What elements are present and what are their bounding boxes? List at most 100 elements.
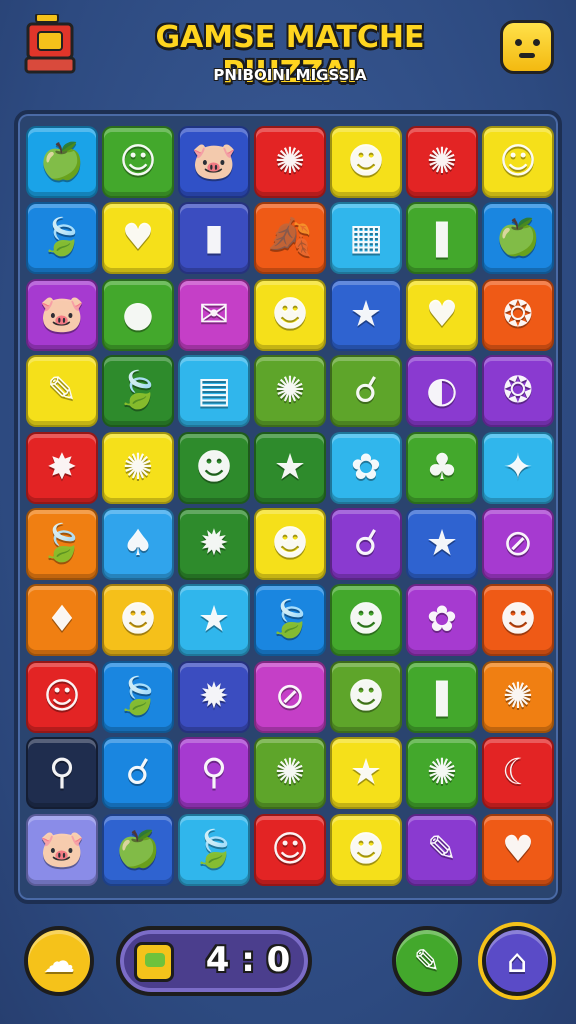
- game-tile[interactable]: ☻: [330, 126, 402, 198]
- game-tile[interactable]: ◐: [406, 355, 478, 428]
- tile-symbol-icon: 🐷: [39, 293, 85, 335]
- game-tile[interactable]: ★: [254, 431, 326, 504]
- tile-symbol-icon: ♦: [45, 599, 79, 641]
- game-tile[interactable]: ☺: [254, 813, 326, 886]
- game-tile[interactable]: 🍏: [26, 126, 98, 198]
- game-tile[interactable]: ▤: [178, 355, 250, 428]
- game-tile[interactable]: ✿: [330, 431, 402, 504]
- game-tile[interactable]: 🍃: [102, 355, 174, 428]
- game-tile[interactable]: ☺: [26, 660, 98, 733]
- game-tile[interactable]: ☻: [330, 813, 402, 886]
- game-tile[interactable]: ☻: [254, 508, 326, 580]
- game-tile[interactable]: ☾: [482, 737, 554, 810]
- tile-symbol-icon: ✺: [426, 752, 458, 794]
- tile-symbol-icon: ✉: [198, 293, 230, 335]
- game-tile[interactable]: ☌: [330, 355, 402, 428]
- game-tile[interactable]: ⚲: [26, 737, 98, 810]
- tile-symbol-icon: ✹: [198, 675, 230, 717]
- game-tile[interactable]: ✺: [254, 355, 326, 428]
- shop-chest-icon[interactable]: [24, 13, 78, 76]
- tile-symbol-icon: 🍃: [39, 523, 85, 564]
- game-tile[interactable]: ✸: [26, 431, 98, 504]
- tile-symbol-icon: ☻: [347, 675, 385, 717]
- shuffle-button[interactable]: ✎: [392, 926, 462, 996]
- tile-symbol-icon: ▮: [204, 217, 224, 259]
- tile-symbol-icon: ⚲: [48, 752, 76, 794]
- game-tile[interactable]: ☻: [254, 278, 326, 351]
- game-tile[interactable]: ✺: [406, 126, 478, 198]
- game-tile[interactable]: 🍏: [102, 813, 174, 886]
- game-tile[interactable]: ❚: [406, 660, 478, 733]
- game-tile[interactable]: ☻: [178, 431, 250, 504]
- tile-symbol-icon: ☺: [499, 141, 537, 182]
- tile-symbol-icon: 🍏: [39, 141, 85, 182]
- game-tile[interactable]: ▦: [330, 202, 402, 275]
- game-tile[interactable]: 🐷: [26, 278, 98, 351]
- game-tile[interactable]: ☺: [482, 126, 554, 198]
- game-tile[interactable]: ⊘: [254, 660, 326, 733]
- tile-symbol-icon: 🐷: [39, 828, 85, 870]
- tile-symbol-icon: ✺: [274, 370, 306, 412]
- tile-symbol-icon: ☻: [347, 599, 385, 641]
- game-tile[interactable]: ★: [330, 278, 402, 351]
- game-tile[interactable]: ✎: [406, 813, 478, 886]
- game-tile[interactable]: ☻: [482, 584, 554, 657]
- smiley-mascot-icon[interactable]: [500, 20, 554, 74]
- game-tile[interactable]: ▮: [178, 202, 250, 275]
- game-tile[interactable]: ♥: [406, 278, 478, 351]
- game-tile[interactable]: 🍃: [26, 202, 98, 275]
- game-tile[interactable]: ♣: [406, 431, 478, 504]
- game-tile[interactable]: ✿: [406, 584, 478, 657]
- hint-button[interactable]: ☁: [24, 926, 94, 996]
- game-tile[interactable]: ☻: [330, 584, 402, 657]
- tile-symbol-icon: 🍏: [115, 828, 161, 870]
- game-tile[interactable]: 🐷: [26, 813, 98, 886]
- game-tile[interactable]: ★: [330, 737, 402, 810]
- game-tile[interactable]: ✎: [26, 355, 98, 428]
- game-tile[interactable]: ☌: [102, 737, 174, 810]
- game-tile[interactable]: 🍃: [26, 508, 98, 580]
- game-tile[interactable]: ★: [406, 508, 478, 580]
- tile-symbol-icon: ★: [197, 599, 231, 641]
- game-tile[interactable]: ☌: [330, 508, 402, 580]
- tile-symbol-icon: 🍂: [267, 217, 313, 259]
- game-tile[interactable]: ⚲: [178, 737, 250, 810]
- game-tile[interactable]: ♥: [102, 202, 174, 275]
- game-tile[interactable]: ❂: [482, 355, 554, 428]
- game-tile[interactable]: 🍏: [482, 202, 554, 275]
- game-tile[interactable]: ♠: [102, 508, 174, 580]
- game-tile[interactable]: ✺: [406, 737, 478, 810]
- game-tile[interactable]: ★: [178, 584, 250, 657]
- game-tile[interactable]: ✹: [178, 508, 250, 580]
- tile-symbol-icon: ▤: [196, 370, 231, 412]
- game-tile[interactable]: ✺: [254, 737, 326, 810]
- game-tile[interactable]: 🍂: [254, 202, 326, 275]
- tile-symbol-icon: ✺: [502, 675, 534, 717]
- tile-symbol-icon: ✿: [350, 446, 382, 488]
- game-tile[interactable]: ●: [102, 278, 174, 351]
- game-tile[interactable]: 🍃: [102, 660, 174, 733]
- tile-symbol-icon: ✎: [46, 370, 78, 412]
- game-tile[interactable]: ♥: [482, 813, 554, 886]
- game-tile[interactable]: ✺: [254, 126, 326, 198]
- game-tile[interactable]: ☻: [102, 584, 174, 657]
- menu-button[interactable]: ⌂: [482, 926, 552, 996]
- game-tile[interactable]: ✉: [178, 278, 250, 351]
- tile-symbol-icon: ☻: [347, 828, 385, 870]
- game-tile[interactable]: ☺: [102, 126, 174, 198]
- game-tile[interactable]: ❂: [482, 278, 554, 351]
- game-tile[interactable]: ⊘: [482, 508, 554, 580]
- game-tile[interactable]: ✺: [102, 431, 174, 504]
- game-tile[interactable]: ✦: [482, 431, 554, 504]
- game-tile[interactable]: ❚: [406, 202, 478, 275]
- game-tile[interactable]: 🍃: [254, 584, 326, 657]
- game-tile[interactable]: ♦: [26, 584, 98, 657]
- game-tile[interactable]: ☻: [330, 660, 402, 733]
- game-tile[interactable]: 🐷: [178, 126, 250, 198]
- game-tile[interactable]: ✹: [178, 660, 250, 733]
- game-tile[interactable]: 🍃: [178, 813, 250, 886]
- score-panel: 4 : 0: [116, 926, 312, 996]
- tile-symbol-icon: ☌: [353, 370, 379, 412]
- game-tile[interactable]: ✺: [482, 660, 554, 733]
- tile-symbol-icon: 🍃: [191, 828, 237, 870]
